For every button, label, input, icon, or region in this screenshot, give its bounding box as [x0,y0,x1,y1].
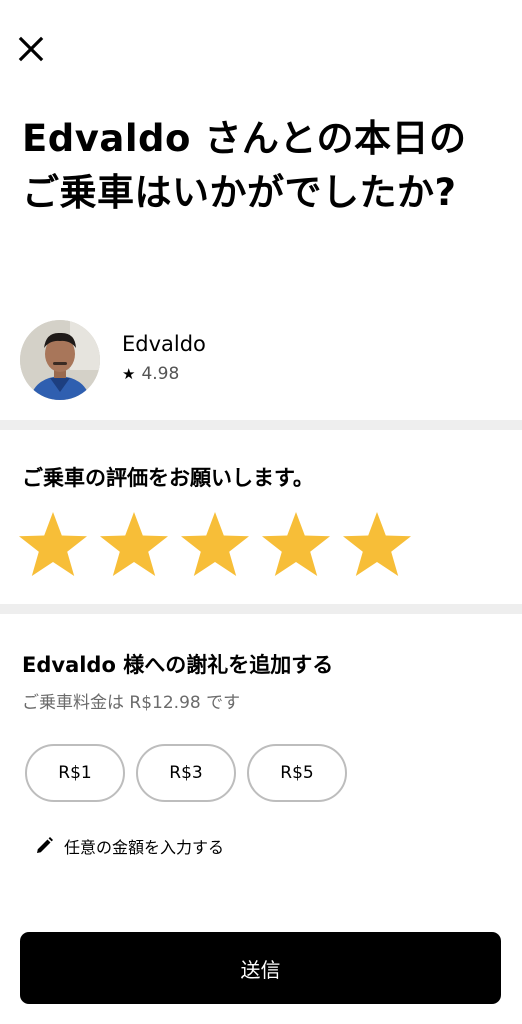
custom-amount-link[interactable]: 任意の金額を入力する [34,834,224,858]
pencil-icon [37,837,53,853]
section-divider [0,420,522,430]
rating-section-title: ご乗車の評価をお願いします。 [22,466,314,490]
tip-option-3[interactable]: R$3 [136,744,236,802]
custom-amount-label: 任意の金額を入力する [64,838,225,857]
rating-star-1[interactable] [16,510,90,580]
rating-star-5[interactable] [340,510,414,580]
driver-info: Edvaldo ★ 4.98 [20,320,206,400]
page-title: Edvaldo さんとの本日のご乗車はいかがでしたか? [22,117,467,214]
avatar [20,320,100,400]
rating-star-3[interactable] [178,510,252,580]
driver-name: Edvaldo [122,332,206,356]
submit-button[interactable]: 送信 [20,932,501,1004]
tip-option-5[interactable]: R$5 [247,744,347,802]
rating-star-2[interactable] [97,510,171,580]
fare-note: ご乗車料金は R$12.98 です [22,693,241,713]
rating-star-4[interactable] [259,510,333,580]
close-button[interactable] [14,32,48,66]
star-rating[interactable] [16,510,414,580]
driver-rating-value: 4.98 [141,364,180,384]
tip-option-1[interactable]: R$1 [25,744,125,802]
driver-rating: ★ 4.98 [122,364,206,384]
tip-options: R$1 R$3 R$5 [25,744,347,802]
section-divider [0,604,522,614]
star-icon: ★ [122,365,136,383]
tip-section-title: Edvaldo 様への謝礼を追加する [22,653,334,677]
close-icon [18,36,44,62]
